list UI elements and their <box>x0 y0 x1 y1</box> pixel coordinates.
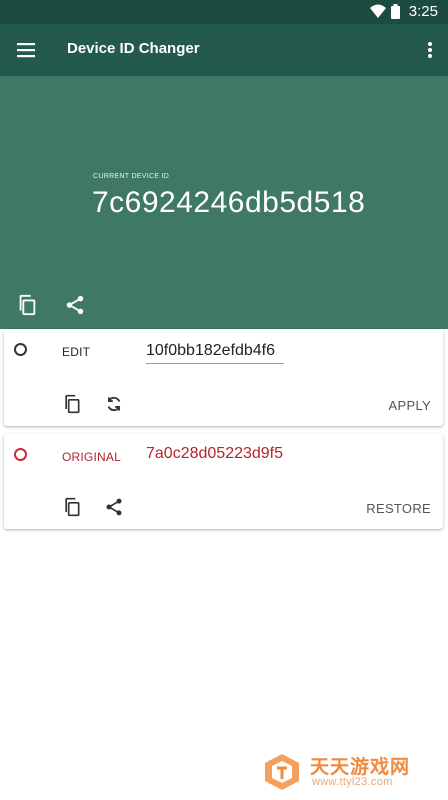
watermark-url: www.ttyl23.com <box>312 776 393 788</box>
share-icon[interactable] <box>64 294 86 316</box>
more-vert-icon[interactable] <box>424 38 436 62</box>
apply-button[interactable]: APPLY <box>389 398 431 413</box>
original-radio-button[interactable] <box>14 448 27 461</box>
current-device-id-value: 7c6924246db5d518 <box>92 186 366 219</box>
status-time: 3:25 <box>408 3 438 20</box>
app-bar: Device ID Changer <box>0 24 448 76</box>
edit-label: EDIT <box>62 345 91 359</box>
restore-button[interactable]: RESTORE <box>366 501 431 516</box>
battery-icon <box>391 4 400 24</box>
refresh-icon[interactable] <box>104 394 124 414</box>
watermark-title: 天天游戏网 <box>310 757 411 778</box>
original-label: ORIGINAL <box>62 450 121 464</box>
current-device-id-label: CURRENT DEVICE ID <box>93 173 170 180</box>
status-bar: 3:25 <box>0 0 448 24</box>
copy-icon[interactable] <box>16 294 38 316</box>
edit-card: EDIT 10f0bb182efdb4f6 APPLY <box>4 329 443 426</box>
menu-icon[interactable] <box>14 38 38 62</box>
copy-icon[interactable] <box>62 394 82 414</box>
share-icon[interactable] <box>104 497 124 517</box>
edit-radio-button[interactable] <box>14 343 27 356</box>
original-card: ORIGINAL 7a0c28d05223d9f5 RESTORE <box>4 434 443 529</box>
watermark: 天天游戏网 www.ttyl23.com <box>262 750 442 794</box>
copy-icon[interactable] <box>62 497 82 517</box>
current-id-header: CURRENT DEVICE ID 7c6924246db5d518 <box>0 76 448 329</box>
original-device-id-value: 7a0c28d05223d9f5 <box>146 445 284 462</box>
app-title: Device ID Changer <box>67 40 200 57</box>
wifi-icon <box>370 4 386 23</box>
watermark-logo-icon <box>262 752 302 792</box>
edit-device-id-input[interactable]: 10f0bb182efdb4f6 <box>146 341 284 364</box>
